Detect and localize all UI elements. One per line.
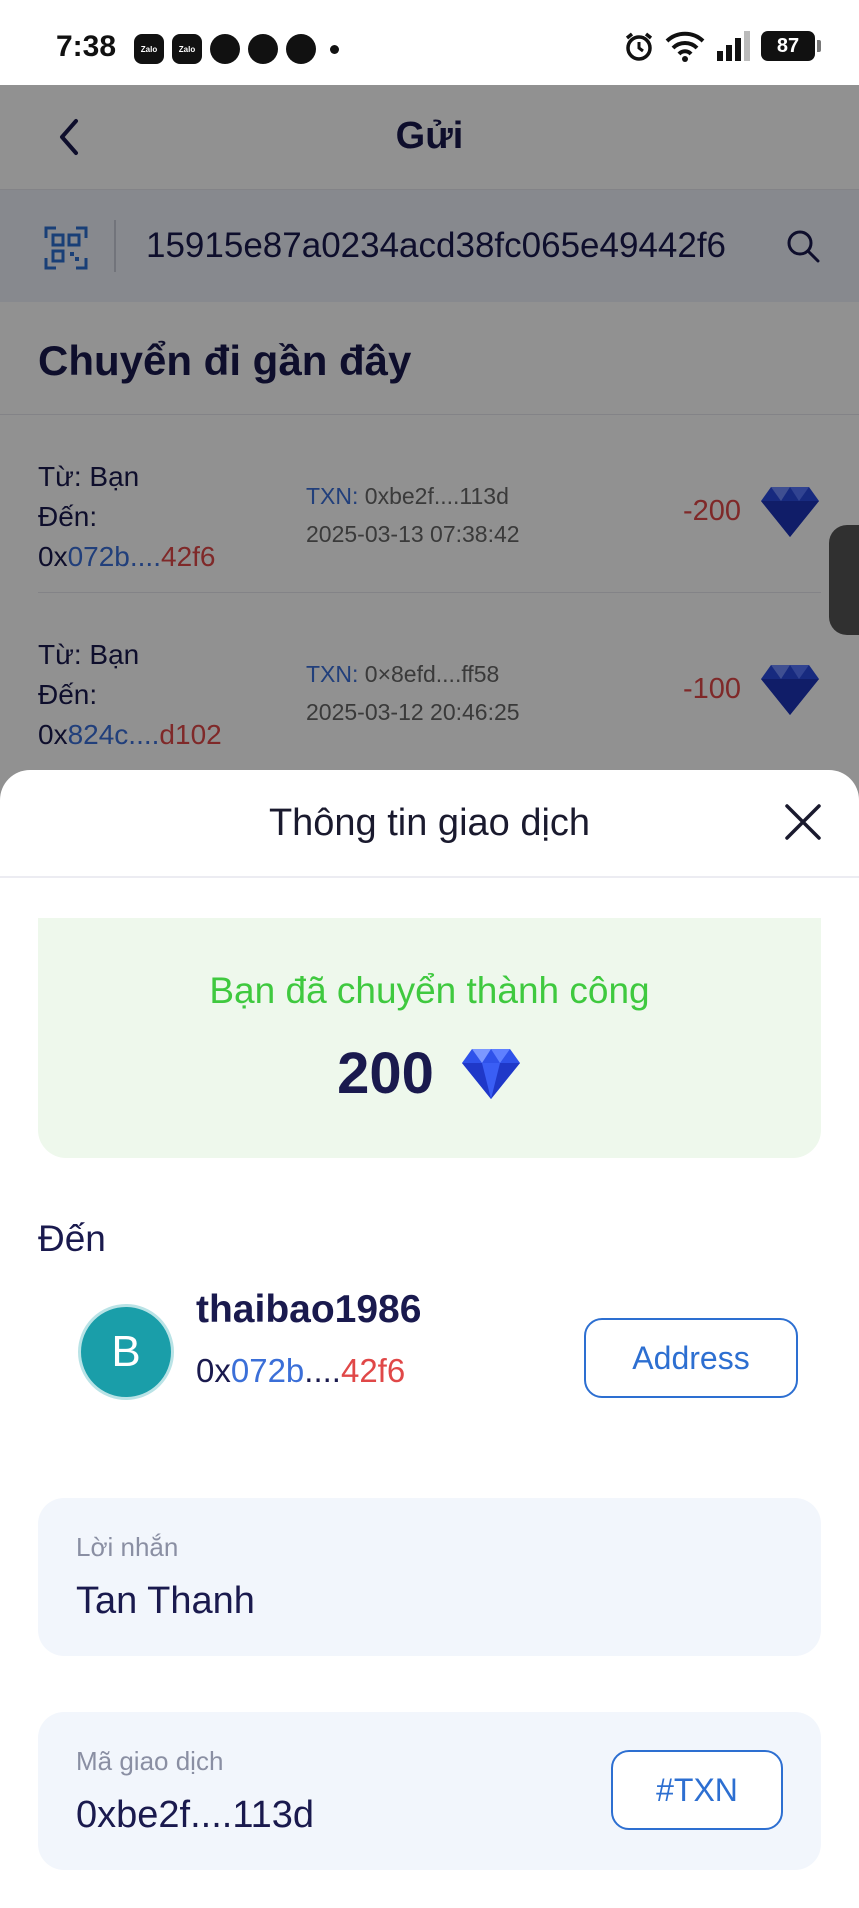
transaction-id-value: 0xbe2f....113d <box>76 1794 315 1836</box>
success-amount: 200 <box>38 1040 821 1107</box>
wifi-icon <box>665 31 705 62</box>
recipient-name: thaibao1986 <box>196 1288 422 1331</box>
address-button[interactable]: Address <box>584 1318 798 1398</box>
signal-icon <box>717 31 750 61</box>
zalo-icon: Zalo <box>134 34 164 64</box>
battery-icon: 87 <box>761 31 821 61</box>
success-message: Bạn đã chuyển thành công <box>209 970 650 1011</box>
message-value: Tan Thanh <box>76 1580 255 1622</box>
close-button[interactable] <box>781 800 825 844</box>
transaction-id-card: Mã giao dịch 0xbe2f....113d #TXN <box>38 1712 821 1870</box>
transaction-id-label: Mã giao dịch <box>76 1746 224 1776</box>
messenger-icon <box>248 34 278 64</box>
sheet-header: Thông tin giao dịch <box>0 770 859 878</box>
chat-bubble-icon <box>210 34 240 64</box>
more-notifications-dot <box>330 44 339 54</box>
status-time: 7:38 <box>56 30 117 63</box>
transaction-info-sheet: Thông tin giao dịch Bạn đã chuyển thành … <box>0 770 859 1908</box>
notification-icons: Zalo Zalo <box>134 34 339 64</box>
success-card: Bạn đã chuyển thành công 200 <box>38 918 821 1158</box>
messenger-icon <box>286 34 316 64</box>
recipient-address: 0x072b....42f6 <box>196 1352 406 1389</box>
recipient-label: Đến <box>38 1218 106 1259</box>
message-card: Lời nhắn Tan Thanh <box>38 1498 821 1656</box>
close-icon <box>785 804 821 840</box>
alarm-icon <box>625 32 653 61</box>
sheet-title: Thông tin giao dịch <box>268 802 591 844</box>
status-indicators: 87 <box>623 30 821 62</box>
zalo-icon: Zalo <box>172 34 202 64</box>
status-bar: 7:38 Zalo Zalo 87 <box>0 0 859 85</box>
diamond-icon <box>461 1048 520 1099</box>
amount-value: 200 <box>337 1041 434 1106</box>
recipient-row: B thaibao1986 0x072b....42f6 Address <box>78 1276 798 1400</box>
txn-button[interactable]: #TXN <box>611 1750 783 1830</box>
avatar: B <box>78 1304 174 1400</box>
message-label: Lời nhắn <box>76 1532 179 1562</box>
